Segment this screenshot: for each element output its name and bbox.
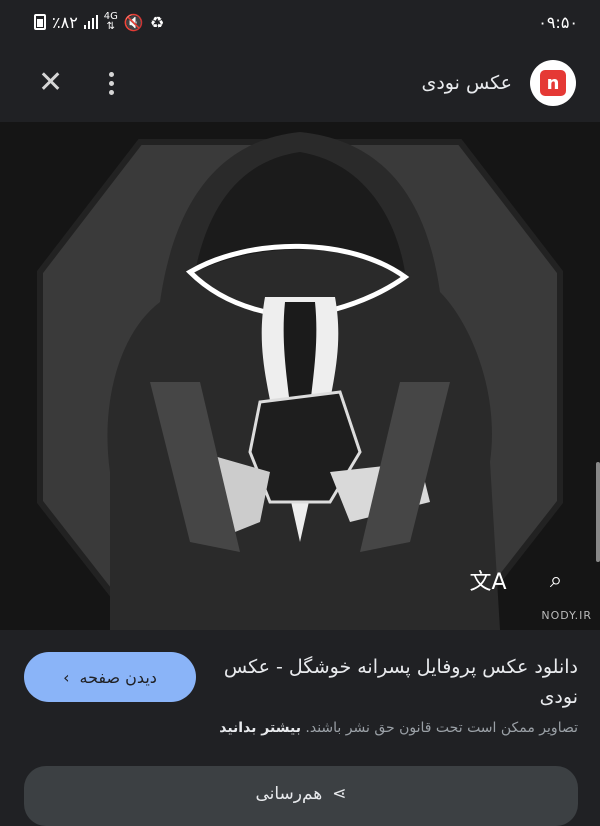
share-button[interactable]: هم‌رسانی ⋖ — [24, 766, 578, 826]
signal-icon — [83, 15, 98, 29]
mute-icon: 🔇 — [123, 12, 144, 32]
image-title[interactable]: دانلود عکس پروفایل پسرانه خوشگل - عکس نو… — [218, 652, 578, 712]
site-info[interactable]: عکس نودی n — [421, 60, 576, 106]
copyright-notice: تصاویر ممکن است تحت قانون حق نشر باشند. … — [18, 720, 578, 736]
close-icon[interactable]: ✕ — [38, 68, 63, 98]
edge-panel-handle[interactable] — [596, 462, 600, 562]
network-type: 4G ⇅ — [103, 11, 118, 32]
watermark: NODY.IR — [541, 609, 592, 622]
site-logo: n — [530, 60, 576, 106]
clock: ۰۹:۵۰ — [538, 12, 578, 32]
lens-search-icon[interactable]: ⌕ — [536, 560, 576, 600]
battery-icon — [34, 14, 46, 30]
share-icon: ⋖ — [332, 784, 347, 804]
status-icons: ٪۸۲ 4G ⇅ 🔇 ♻ — [34, 12, 164, 32]
share-label: هم‌رسانی — [255, 784, 323, 804]
image-info-panel: ‹ دیدن صفحه دانلود عکس پروفایل پسرانه خو… — [0, 630, 600, 826]
translate-icon[interactable]: 文A — [468, 560, 508, 600]
view-page-button[interactable]: ‹ دیدن صفحه — [24, 652, 196, 702]
battery-level: ٪۸۲ — [52, 12, 78, 32]
copyright-text: تصاویر ممکن است تحت قانون حق نشر باشند. — [305, 720, 578, 736]
chevron-left-icon: ‹ — [63, 667, 70, 687]
more-options-icon[interactable] — [109, 71, 115, 95]
recycle-icon: ♻ — [149, 12, 165, 32]
learn-more-link[interactable]: بیشتر بدانید — [219, 720, 301, 736]
hooded-figure-image — [0, 122, 600, 630]
status-bar: ٪۸۲ 4G ⇅ 🔇 ♻ ۰۹:۵۰ — [0, 0, 600, 44]
site-name: عکس نودی — [421, 72, 512, 94]
preview-image[interactable]: 文A ⌕ NODY.IR — [0, 122, 600, 630]
view-page-label: دیدن صفحه — [79, 667, 157, 687]
app-bar: ✕ عکس نودی n — [0, 44, 600, 122]
